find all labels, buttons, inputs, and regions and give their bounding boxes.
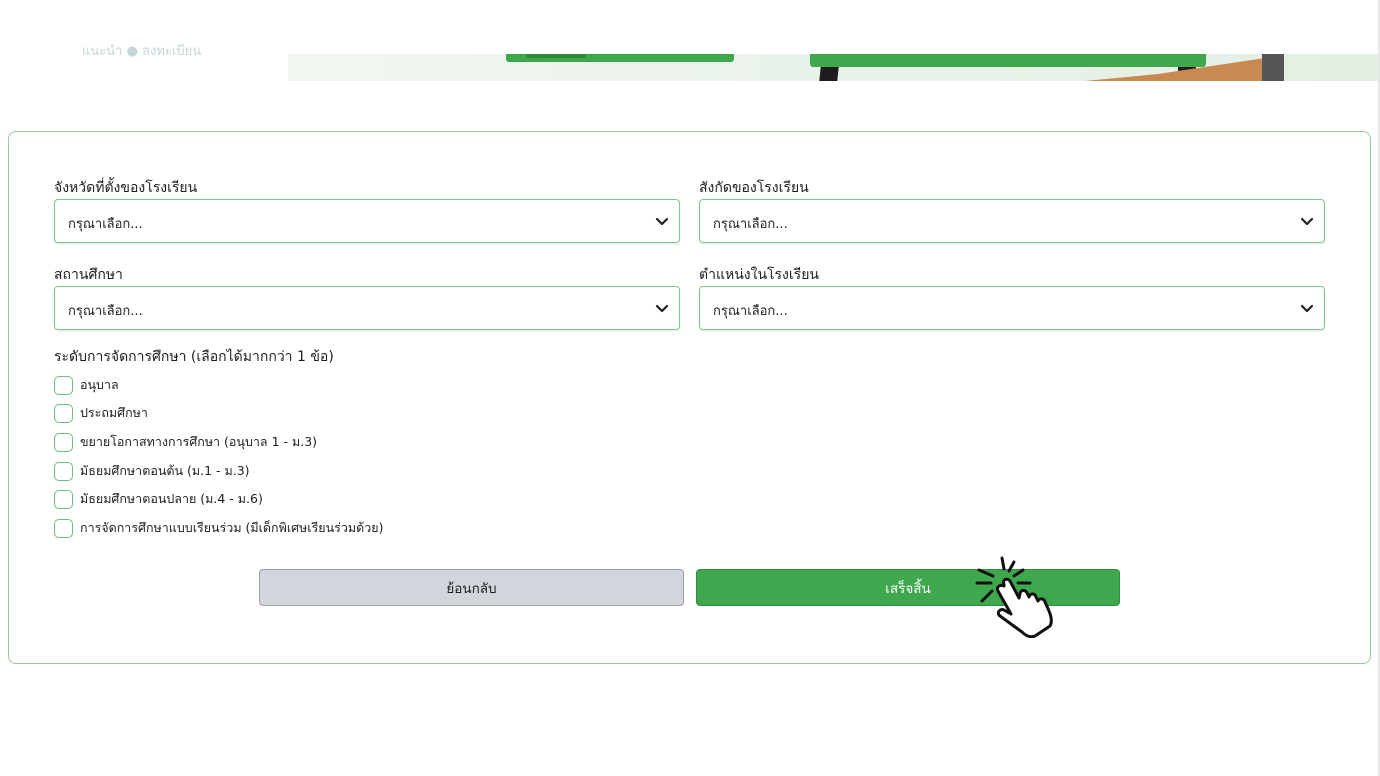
level-checkbox[interactable]: [54, 518, 73, 538]
level-option-label: อนุบาล: [80, 377, 119, 392]
back-button[interactable]: ย้อนกลับ: [259, 569, 684, 606]
level-option[interactable]: ประถมศึกษา: [54, 403, 148, 423]
level-checkbox[interactable]: [54, 461, 73, 481]
school-label: สถานศึกษา: [54, 267, 123, 283]
level-option[interactable]: มัธยมศึกษาตอนต้น (ม.1 - ม.3): [54, 461, 250, 481]
level-checkbox[interactable]: [54, 403, 73, 423]
education-level-title: ระดับการจัดการศึกษา (เลือกได้มากกว่า 1 ข…: [54, 349, 334, 365]
affiliation-select-value: กรุณาเลือก...: [713, 217, 788, 232]
province-label: จังหวัดที่ตั้งของโรงเรียน: [54, 180, 198, 196]
position-select[interactable]: กรุณาเลือก...: [699, 286, 1325, 330]
chevron-down-icon: [1300, 217, 1314, 226]
level-option-label: มัธยมศึกษาตอนต้น (ม.1 - ม.3): [80, 463, 250, 478]
province-select[interactable]: กรุณาเลือก...: [54, 199, 680, 243]
affiliation-select[interactable]: กรุณาเลือก...: [699, 199, 1325, 243]
province-select-value: กรุณาเลือก...: [68, 217, 143, 232]
banner-green-bar: [506, 54, 734, 62]
banner-post: [1262, 54, 1284, 81]
banner-desk-leg: [819, 67, 839, 81]
hand-click-icon: [975, 556, 1053, 638]
level-option-label: ประถมศึกษา: [80, 405, 148, 420]
position-label: ตำแหน่งในโรงเรียน: [699, 267, 819, 283]
level-option-label: การจัดการศึกษาแบบเรียนร่วม (มีเด็กพิเศษเ…: [80, 520, 384, 535]
registration-page: แนะนำ ● ลงทะเบียน จังหวัดที่ตั้งของโรงเร…: [0, 0, 1380, 776]
level-option[interactable]: การจัดการศึกษาแบบเรียนร่วม (มีเด็กพิเศษเ…: [54, 518, 383, 538]
affiliation-label: สังกัดของโรงเรียน: [699, 180, 809, 196]
level-option[interactable]: มัธยมศึกษาตอนปลาย (ม.4 - ม.6): [54, 489, 263, 509]
level-option[interactable]: ขยายโอกาสทางการศึกษา (อนุบาล 1 - ม.3): [54, 432, 317, 452]
banner-green-desk: [810, 54, 1206, 67]
position-select-value: กรุณาเลือก...: [713, 304, 788, 319]
header-banner: แนะนำ ● ลงทะเบียน: [0, 0, 1380, 81]
chevron-down-icon: [1300, 304, 1314, 313]
level-checkbox[interactable]: [54, 432, 73, 452]
banner-breadcrumb: แนะนำ ● ลงทะเบียน: [82, 44, 202, 59]
school-select[interactable]: กรุณาเลือก...: [54, 286, 680, 330]
chevron-down-icon: [655, 217, 669, 226]
school-select-value: กรุณาเลือก...: [68, 304, 143, 319]
chevron-down-icon: [655, 304, 669, 313]
level-checkbox[interactable]: [54, 375, 73, 395]
level-option[interactable]: อนุบาล: [54, 375, 119, 395]
level-option-label: มัธยมศึกษาตอนปลาย (ม.4 - ม.6): [80, 491, 263, 506]
level-option-label: ขยายโอกาสทางการศึกษา (อนุบาล 1 - ม.3): [80, 434, 318, 449]
level-checkbox[interactable]: [54, 489, 73, 509]
